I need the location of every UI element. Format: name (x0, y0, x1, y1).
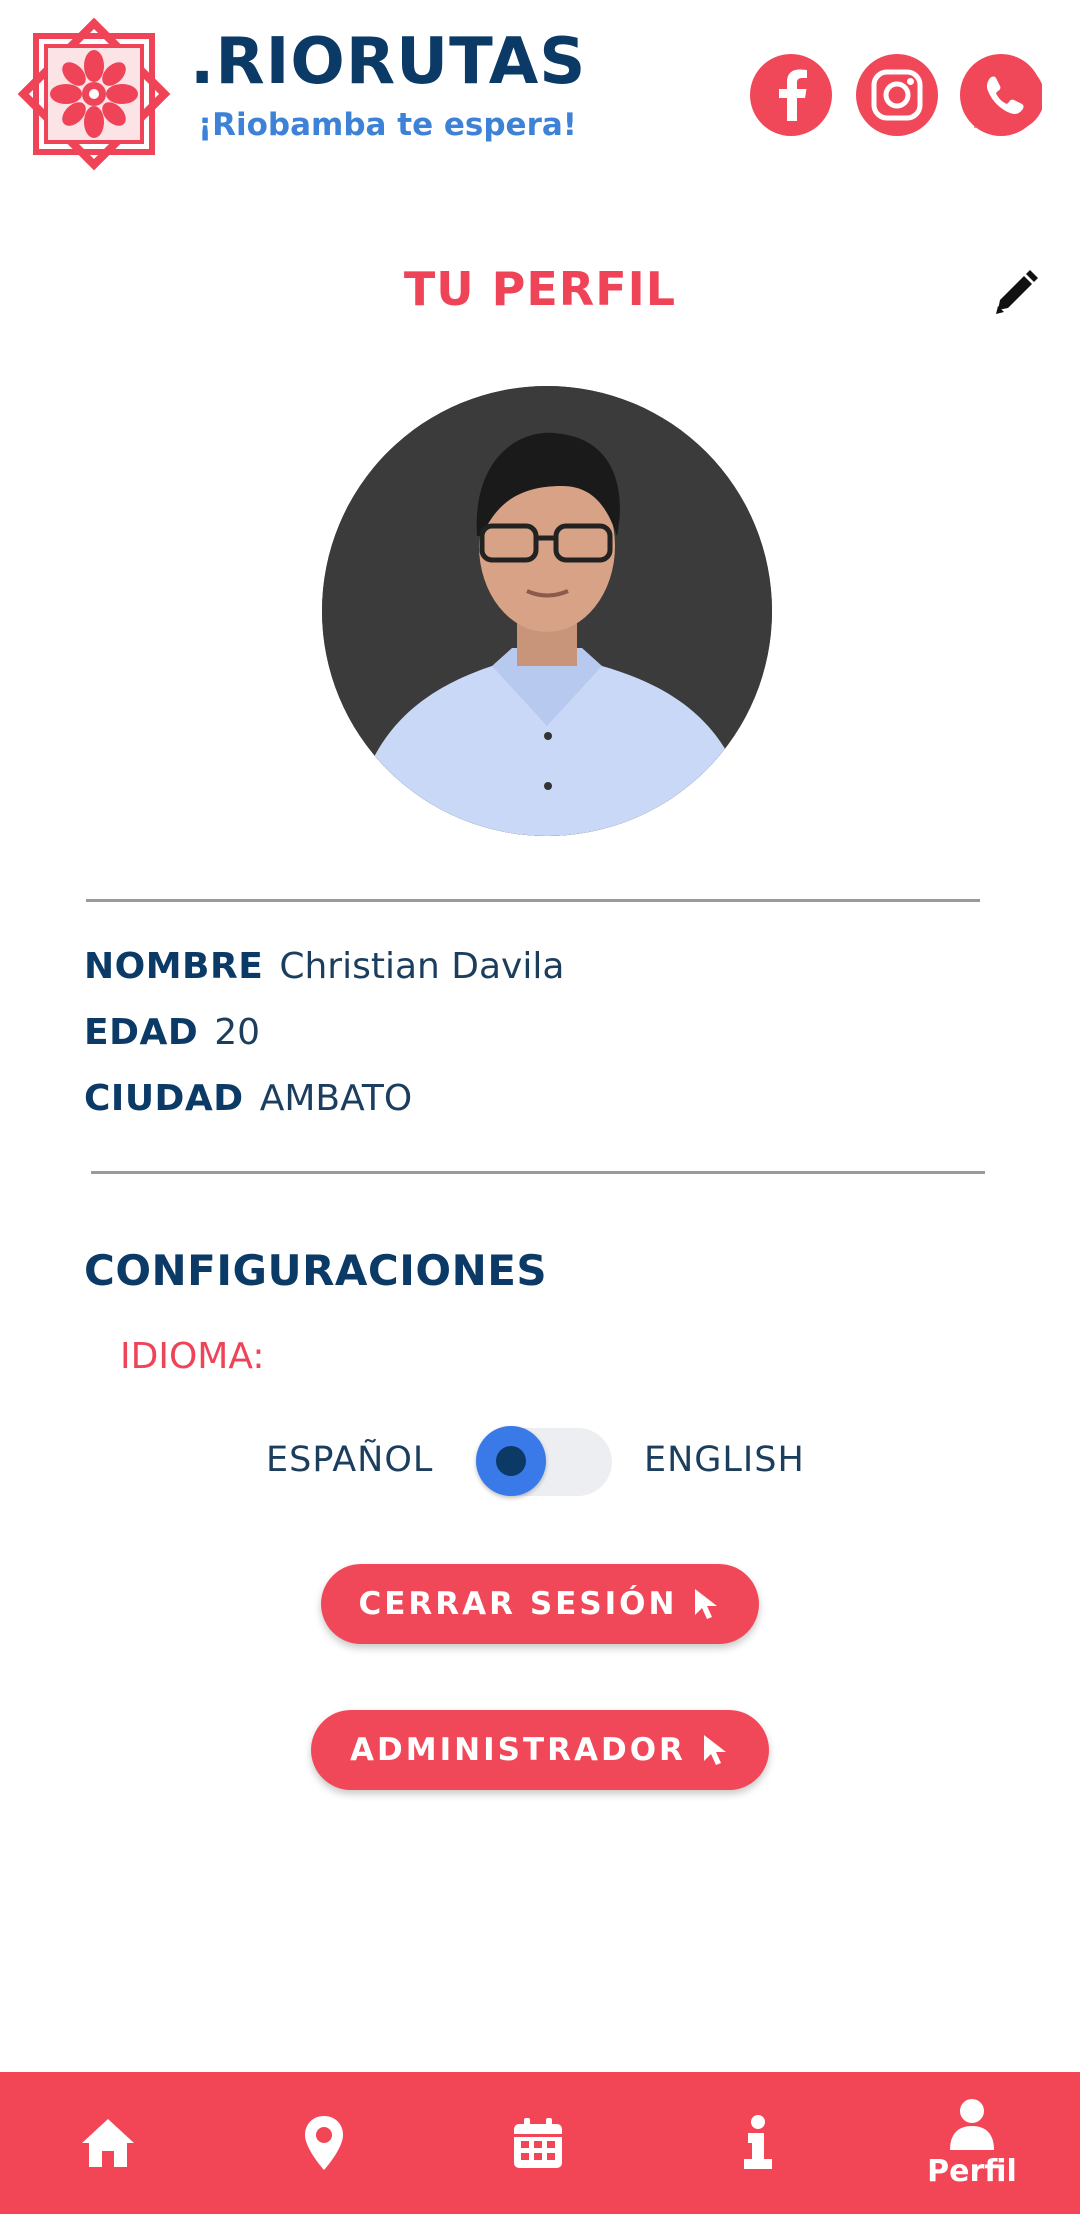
language-option-spanish: ESPAÑOL (266, 1440, 434, 1480)
bottom-nav: Perfil (0, 2072, 1080, 2214)
name-label: NOMBRE (84, 946, 264, 987)
cursor-icon (703, 1735, 726, 1765)
app-header: .RIORUTAS ¡Riobamba te espera! (0, 0, 1080, 190)
page-title: TU PERFIL (403, 262, 677, 316)
facebook-icon (779, 69, 807, 121)
logout-button-label: CERRAR SESIÓN (358, 1586, 678, 1622)
brand-subtitle: ¡Riobamba te espera! (198, 107, 577, 143)
nav-item-map[interactable] (284, 2072, 364, 2214)
nav-item-profile[interactable]: Perfil (912, 2072, 1032, 2214)
nav-item-info[interactable] (718, 2072, 798, 2214)
map-pin-icon (305, 2116, 343, 2170)
nav-label-profile: Perfil (927, 2153, 1017, 2189)
age-label: EDAD (84, 1012, 199, 1053)
age-value: 20 (214, 1012, 261, 1053)
brand-title: .RIORUTAS (190, 25, 587, 99)
settings-title: CONFIGURACIONES (84, 1246, 548, 1295)
home-icon (82, 2119, 134, 2167)
user-icon (950, 2098, 994, 2150)
divider (91, 1171, 985, 1174)
divider (86, 899, 980, 902)
whatsapp-icon (974, 62, 1042, 131)
whatsapp-button[interactable] (960, 54, 1042, 136)
nav-item-home[interactable] (68, 2072, 148, 2214)
avatar (322, 386, 772, 836)
nav-item-calendar[interactable] (498, 2072, 578, 2214)
city-value: AMBATO (259, 1078, 413, 1119)
facebook-button[interactable] (750, 54, 832, 136)
language-toggle-dot (496, 1446, 526, 1476)
logout-button[interactable]: CERRAR SESIÓN (321, 1564, 759, 1644)
age-row: EDAD 20 (84, 1012, 260, 1053)
info-icon (744, 2115, 772, 2169)
calendar-icon (514, 2118, 562, 2168)
instagram-button[interactable] (856, 54, 938, 136)
language-option-english: ENGLISH (644, 1440, 805, 1480)
instagram-icon (871, 69, 923, 121)
avatar-photo (322, 386, 772, 836)
city-label: CIUDAD (84, 1078, 244, 1119)
name-value: Christian Davila (279, 946, 565, 987)
language-label: IDIOMA: (120, 1336, 265, 1377)
admin-button-label: ADMINISTRADOR (350, 1732, 686, 1768)
city-row: CIUDAD AMBATO (84, 1078, 412, 1119)
name-row: NOMBRE Christian Davila (84, 946, 564, 987)
ornament-logo-icon (17, 17, 171, 171)
cursor-icon (695, 1589, 718, 1619)
admin-button[interactable]: ADMINISTRADOR (311, 1710, 769, 1790)
pencil-icon[interactable] (990, 268, 1038, 320)
